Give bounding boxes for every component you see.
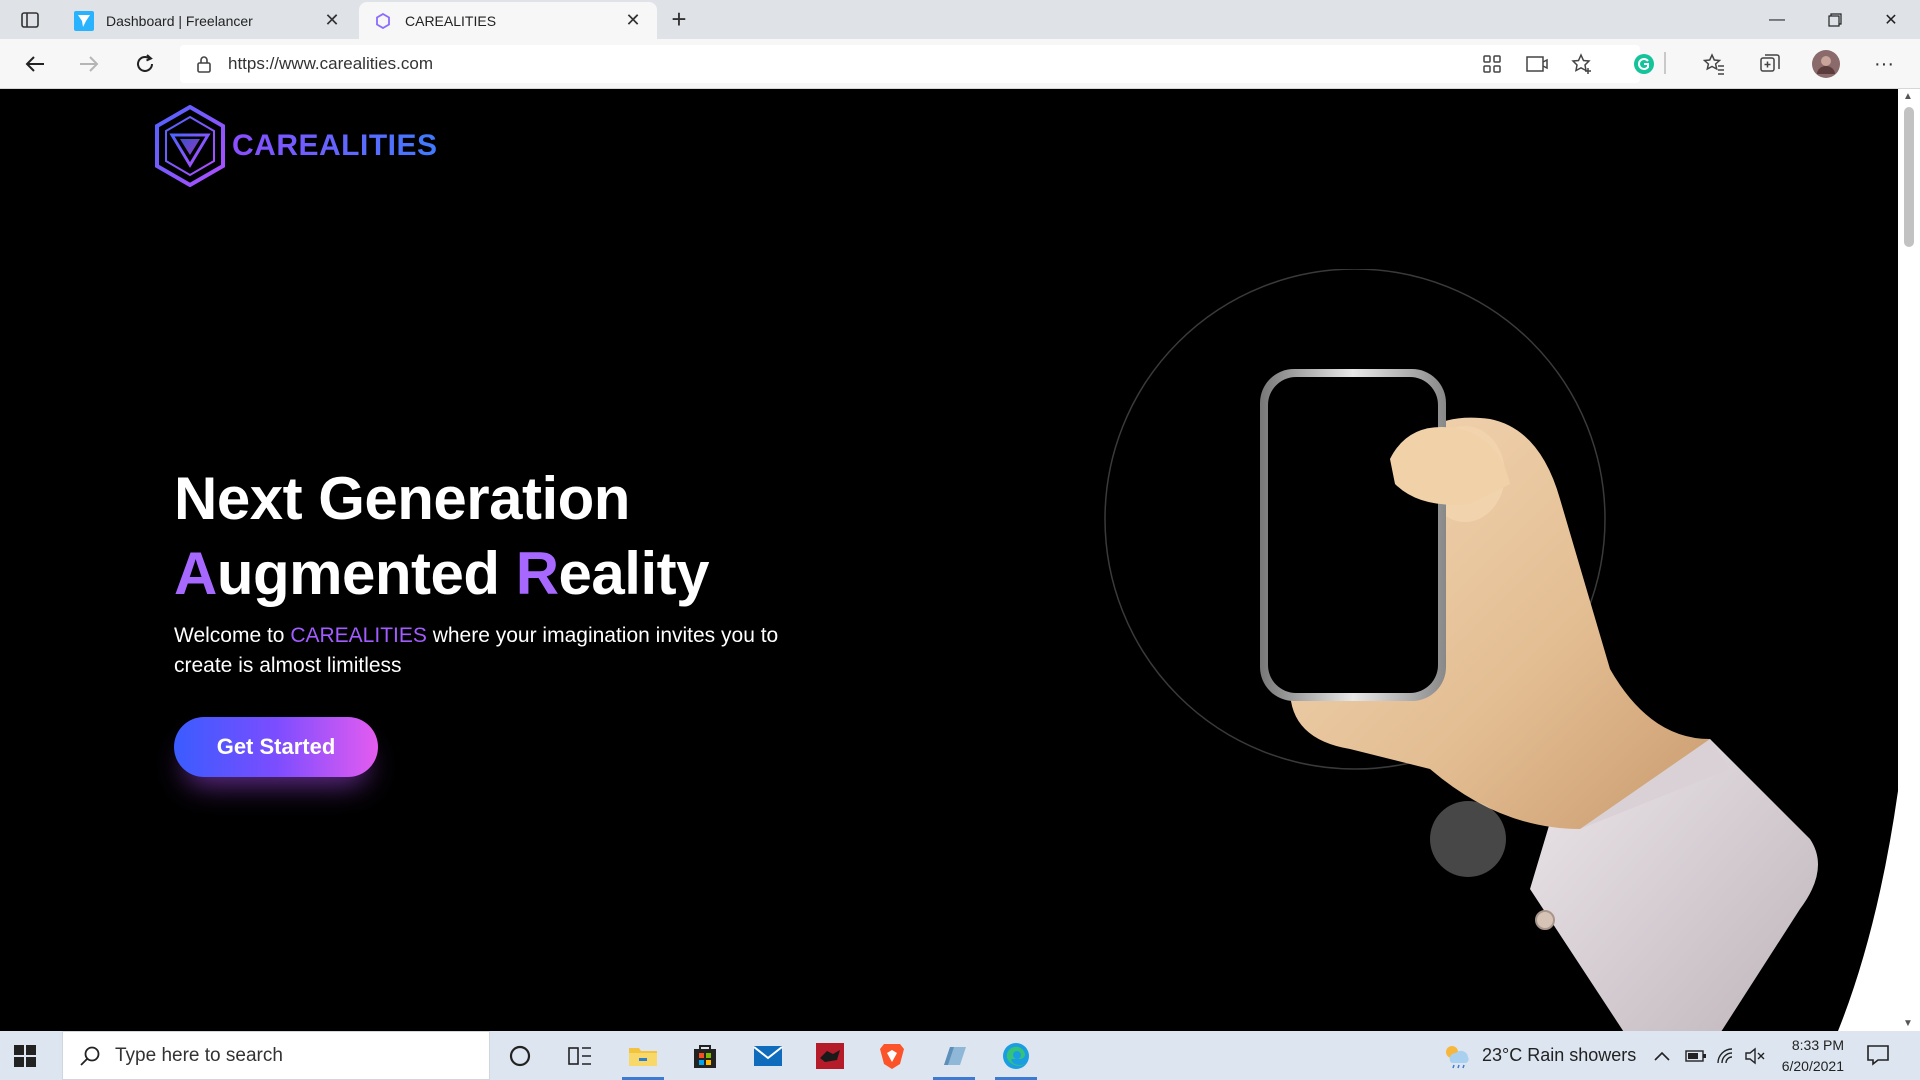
more-icon[interactable]: ··· [1872,52,1896,76]
hero-subtitle-brand: CAREALITIES [290,624,427,647]
site-logo[interactable]: CAREALITIES [154,105,438,187]
read-aloud-icon[interactable] [1525,52,1549,76]
rain-cloud-icon [1446,1045,1469,1068]
edge-icon[interactable] [991,1031,1041,1080]
hero-title-accent-r: R [515,540,559,607]
show-hidden-icons-icon[interactable] [1654,1031,1670,1080]
tab-freelancer[interactable]: Dashboard | Freelancer ✕ [60,2,356,39]
file-explorer-icon[interactable] [618,1031,668,1080]
app-red-icon[interactable] [805,1031,855,1080]
store-icon[interactable] [680,1031,730,1080]
forward-icon[interactable] [73,48,105,80]
add-favorite-icon[interactable] [1570,52,1594,76]
lock-icon[interactable] [196,55,214,73]
url-text: https://www.carealities.com [228,54,434,73]
back-icon[interactable] [19,48,51,80]
hero-title-text: eality [558,540,710,607]
notifications-icon[interactable] [1866,1044,1890,1066]
windows-taskbar: Type here to search 23°C Rain showers 8:… [0,1031,1920,1080]
web-page: CAREALITIES Home About Services Products… [0,89,1898,1031]
search-placeholder: Type here to search [115,1044,283,1066]
wifi-icon[interactable] [1716,1031,1736,1080]
hero-title-text: ugmented [216,540,516,607]
scrollbar-thumb[interactable] [1904,107,1914,247]
refresh-icon[interactable] [129,48,161,80]
taskbar-clock[interactable]: 8:33 PM 6/20/2021 [1770,1035,1844,1077]
page-scrollbar[interactable]: ▲ ▼ [1898,89,1920,1031]
search-icon [80,1046,100,1066]
restore-icon[interactable] [1806,0,1864,39]
minimize-icon[interactable]: — [1748,0,1806,39]
decorative-curve [1838,791,1898,1031]
avatar[interactable] [1811,49,1841,79]
volume-muted-icon[interactable] [1744,1031,1766,1080]
tab-actions-icon[interactable] [14,8,46,32]
tab-title: CAREALITIES [405,12,497,29]
grammarly-icon[interactable] [1632,52,1656,76]
close-icon[interactable]: ✕ [322,10,342,31]
clock-date: 6/20/2021 [1781,1058,1844,1074]
hero-title: Next Generation Augmented Reality [174,461,709,611]
window-close-icon[interactable]: ✕ [1862,0,1920,39]
weather-text: 23°C Rain showers [1482,1045,1637,1065]
get-started-button[interactable]: Get Started [174,717,378,777]
task-view-icon[interactable] [555,1031,605,1080]
scroll-up-icon[interactable]: ▲ [1903,91,1913,102]
carealities-favicon-icon [373,11,393,31]
close-icon[interactable]: ✕ [623,10,643,31]
browser-tab-bar: Dashboard | Freelancer ✕ CAREALITIES ✕ +… [0,0,1920,39]
hand-phone-illustration [1104,269,1818,1031]
hero-title-accent-a: A [174,540,217,607]
logo-text: CAREALITIES [232,129,438,162]
hero-subtitle: Welcome to CAREALITIES where your imagin… [174,621,814,681]
taskbar-search-input[interactable]: Type here to search [62,1031,490,1080]
collections-icon[interactable] [1758,52,1782,76]
hero-title-line1: Next Generation [174,465,630,532]
nav-home[interactable]: Home [0,89,43,106]
apps-icon[interactable] [1480,52,1504,76]
favorites-icon[interactable] [1702,52,1726,76]
address-bar: https://www.carealities.com ··· [0,39,1920,89]
url-field[interactable]: https://www.carealities.com [180,45,1640,83]
weather-widget[interactable]: 23°C Rain showers [1442,1031,1636,1080]
battery-icon[interactable] [1685,1031,1707,1080]
tab-title: Dashboard | Freelancer [106,12,253,29]
tab-carealities[interactable]: CAREALITIES ✕ [359,2,657,39]
app-blue-icon[interactable] [929,1031,979,1080]
freelancer-favicon-icon [74,10,94,31]
new-tab-icon[interactable]: + [665,6,693,34]
cortana-icon[interactable] [495,1031,545,1080]
nav-about[interactable]: About [46,89,88,106]
brave-icon[interactable] [867,1031,917,1080]
mail-icon[interactable] [743,1031,793,1080]
carealities-logo-icon [155,105,225,187]
scroll-down-icon[interactable]: ▼ [1903,1018,1913,1029]
nav-contact-us[interactable]: Contact Us [226,89,305,106]
toolbar-divider [1664,52,1666,74]
nav-products[interactable]: Products [158,89,221,106]
windows-start-icon[interactable] [12,1043,38,1069]
nav-services[interactable]: Services [93,89,154,106]
clock-time: 8:33 PM [1791,1037,1844,1053]
hero-subtitle-text: Welcome to [174,624,291,647]
